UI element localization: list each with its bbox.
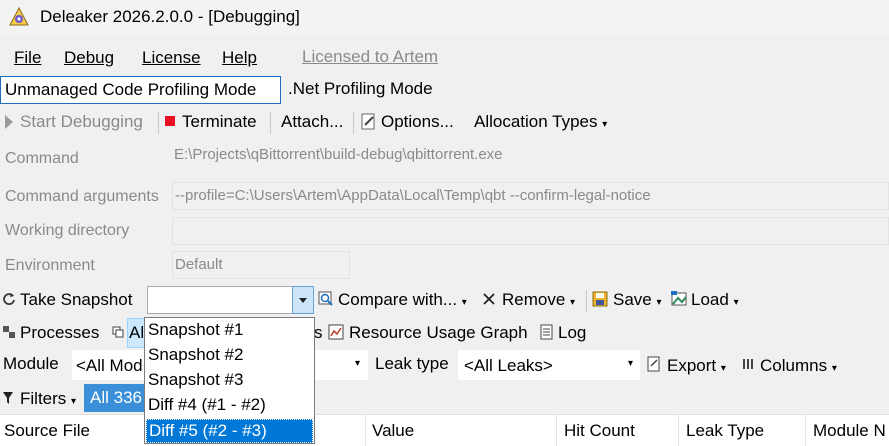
toolbar-separator	[586, 290, 587, 312]
chart-icon	[328, 324, 344, 340]
toolbar-separator	[270, 112, 271, 134]
load-icon	[671, 291, 687, 306]
column-header-leak-type[interactable]: Leak Type	[686, 421, 764, 441]
export-icon	[647, 356, 660, 372]
leak-type-select[interactable]: <All Leaks> ▾	[458, 350, 640, 380]
menu-file[interactable]: File	[14, 48, 41, 68]
dropdown-item-snapshot-3[interactable]: Snapshot #3	[146, 369, 313, 393]
options-icon	[361, 113, 375, 130]
refresh-icon	[3, 293, 15, 305]
save-icon	[592, 291, 608, 307]
snapshot-select[interactable]	[147, 286, 314, 314]
column-divider[interactable]	[805, 414, 806, 446]
log-icon	[540, 324, 553, 340]
command-args-field[interactable]: --profile=C:\Users\Artem\AppData\Local\T…	[172, 182, 889, 210]
dropdown-item-snapshot-2[interactable]: Snapshot #2	[146, 344, 313, 368]
column-header-hit-count[interactable]: Hit Count	[564, 421, 635, 441]
filter-icon	[3, 392, 13, 404]
export-button[interactable]: Export ▾	[667, 356, 726, 376]
module-select-value: <All Mod	[76, 356, 143, 375]
leak-type-label: Leak type	[375, 354, 449, 373]
menu-license[interactable]: License	[142, 48, 201, 68]
menu-debug[interactable]: Debug	[64, 48, 114, 68]
allocations-icon	[112, 326, 124, 338]
module-label: Module	[3, 354, 59, 373]
leak-type-select-value: <All Leaks>	[464, 356, 553, 375]
menu-help[interactable]: Help	[222, 48, 257, 68]
tab-log[interactable]: Log	[558, 323, 586, 343]
load-button[interactable]: Load ▾	[691, 290, 739, 310]
tab-hidden-label: s	[314, 323, 323, 342]
column-divider[interactable]	[678, 414, 679, 446]
app-logo-icon	[9, 6, 29, 26]
column-divider[interactable]	[365, 414, 366, 446]
column-divider[interactable]	[556, 414, 557, 446]
column-header-source-file[interactable]: Source File	[4, 421, 90, 441]
start-debugging-button[interactable]: Start Debugging	[20, 112, 143, 132]
tab-unmanaged-mode[interactable]: Unmanaged Code Profiling Mode	[0, 76, 281, 104]
tab-resource-usage-graph[interactable]: Resource Usage Graph	[349, 323, 528, 343]
remove-button[interactable]: Remove ▾	[502, 290, 575, 310]
take-snapshot-button[interactable]: Take Snapshot	[20, 290, 132, 310]
toolbar-separator	[158, 112, 159, 134]
chevron-down-icon	[299, 298, 307, 303]
save-button[interactable]: Save ▾	[613, 290, 662, 310]
working-directory-label: Working directory	[5, 222, 130, 239]
close-icon	[483, 293, 495, 305]
tab-net-mode[interactable]: .Net Profiling Mode	[288, 79, 433, 99]
command-field[interactable]: E:\Projects\qBittorrent\build-debug\qbit…	[172, 142, 889, 170]
terminate-button[interactable]: Terminate	[182, 112, 257, 132]
attach-button[interactable]: Attach...	[281, 112, 343, 132]
working-directory-field[interactable]	[172, 217, 889, 245]
command-label: Command	[5, 150, 79, 167]
dropdown-item-diff-5[interactable]: Diff #5 (#2 - #3)	[146, 419, 313, 443]
environment-field[interactable]: Default	[172, 251, 350, 279]
play-icon	[5, 115, 13, 129]
columns-button[interactable]: Columns ▾	[760, 356, 837, 376]
processes-icon	[3, 326, 15, 338]
snapshot-dropdown-list: Snapshot #1 Snapshot #2 Snapshot #3 Diff…	[144, 317, 315, 444]
dropdown-item-diff-4[interactable]: Diff #4 (#1 - #2)	[146, 394, 313, 418]
options-button[interactable]: Options...	[381, 112, 454, 132]
command-args-label: Command arguments	[5, 188, 159, 205]
compare-with-button[interactable]: Compare with... ▾	[338, 290, 467, 310]
compare-icon	[318, 291, 333, 306]
window-title: Deleaker 2026.2.0.0 - [Debugging]	[40, 7, 300, 26]
column-header-value[interactable]: Value	[372, 421, 414, 441]
stop-icon	[165, 116, 175, 126]
tab-allocations-label: Al	[129, 323, 145, 342]
chevron-down-icon: ▾	[355, 358, 361, 369]
dropdown-item-snapshot-1[interactable]: Snapshot #1	[146, 319, 313, 343]
toolbar-separator	[353, 112, 354, 134]
allocation-types-button[interactable]: Allocation Types ▾	[474, 112, 607, 132]
filters-button[interactable]: Filters ▾	[20, 389, 76, 409]
snapshot-dropdown-button[interactable]	[292, 286, 314, 314]
chevron-down-icon: ▾	[628, 358, 634, 369]
column-header-module-name[interactable]: Module N	[813, 421, 886, 441]
licensed-link[interactable]: Licensed to Artem	[302, 47, 438, 67]
filter-all-chip[interactable]: All 336	[84, 384, 146, 412]
environment-label: Environment	[5, 257, 95, 274]
columns-icon	[743, 359, 753, 369]
tab-processes[interactable]: Processes	[20, 323, 99, 343]
